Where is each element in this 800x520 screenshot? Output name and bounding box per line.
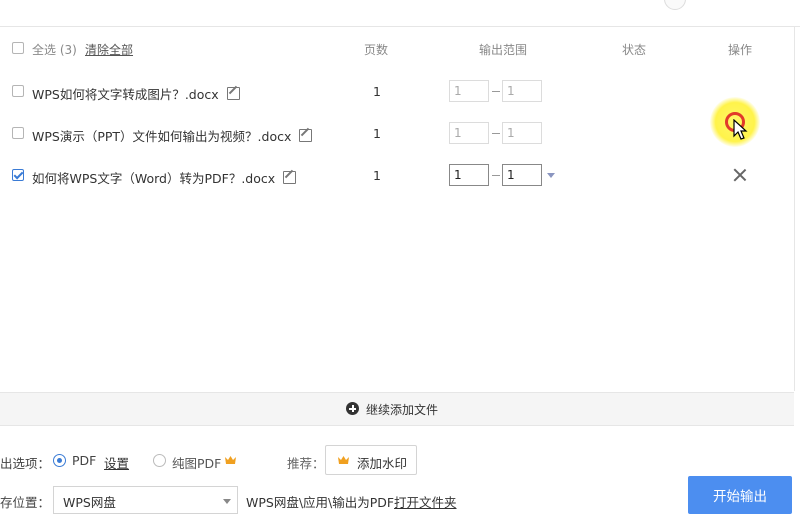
- output-options-label: 出选项：: [0, 456, 51, 471]
- file-checkbox[interactable]: [12, 169, 24, 181]
- edit-icon[interactable]: [283, 171, 297, 184]
- select-all-label: 全选 (3): [32, 43, 77, 57]
- col-range: 输出范围: [479, 43, 528, 57]
- plus-circle-icon: [346, 402, 359, 415]
- add-watermark-button[interactable]: 添加水印: [325, 445, 417, 475]
- table-row: WPS如何将文字转成图片？.docx 1 1 1: [0, 71, 794, 113]
- open-folder-link[interactable]: 打开文件夹: [394, 492, 457, 511]
- select-all-checkbox[interactable]: [12, 42, 24, 54]
- table-row: WPS演示（PPT）文件如何输出为视频？.docx 1 1 1: [0, 113, 794, 155]
- file-checkbox[interactable]: [12, 85, 24, 97]
- add-files-bar[interactable]: 继续添加文件: [0, 392, 794, 426]
- chevron-down-icon: [223, 499, 231, 504]
- watermark-label: 添加水印: [357, 456, 408, 471]
- save-location-value: WPS网盘: [63, 495, 116, 510]
- pdf-radio[interactable]: [53, 454, 66, 467]
- add-files-label: 继续添加文件: [366, 403, 439, 417]
- table-header: 全选 (3) 清除全部 页数 输出范围 状态 操作: [0, 27, 794, 69]
- clear-all-link[interactable]: 清除全部: [85, 41, 133, 58]
- remove-file-icon[interactable]: [733, 168, 747, 182]
- range-to-input[interactable]: 1: [502, 122, 542, 144]
- crown-icon: [338, 456, 349, 464]
- range-from-input[interactable]: 1: [449, 80, 489, 102]
- range-dash: [492, 175, 500, 176]
- col-status: 状态: [622, 43, 647, 57]
- range-to-input[interactable]: 1: [502, 164, 542, 186]
- table-row: 如何将WPS文字（Word）转为PDF？.docx 1 1 1: [0, 155, 794, 197]
- file-name: 如何将WPS文字（Word）转为PDF？.docx: [32, 168, 297, 187]
- range-from-input[interactable]: 1: [449, 164, 489, 186]
- range-dash: [492, 91, 500, 92]
- page-count: 1: [373, 126, 381, 141]
- image-pdf-radio[interactable]: [153, 454, 166, 467]
- pdf-label: PDF: [72, 453, 97, 468]
- save-location-label: 存位置：: [0, 495, 51, 510]
- page-count: 1: [373, 84, 381, 99]
- save-path: WPS网盘\应用\输出为PDF: [246, 495, 395, 510]
- range-dash: [492, 133, 500, 134]
- range-from-input[interactable]: 1: [449, 122, 489, 144]
- file-name: WPS如何将文字转成图片？.docx: [32, 84, 240, 103]
- file-checkbox[interactable]: [12, 127, 24, 139]
- edit-icon[interactable]: [299, 129, 313, 142]
- top-bar: [0, 0, 800, 27]
- file-name: WPS演示（PPT）文件如何输出为视频？.docx: [32, 126, 313, 145]
- save-location-select[interactable]: WPS网盘: [53, 486, 238, 514]
- page-count: 1: [373, 168, 381, 183]
- crown-icon: [225, 456, 236, 464]
- file-table: 全选 (3) 清除全部 页数 输出范围 状态 操作 WPS如何将文字转成图片？.…: [0, 27, 795, 391]
- mouse-cursor-icon: [733, 119, 748, 140]
- range-dropdown-icon[interactable]: [547, 173, 555, 178]
- window-control-icon[interactable]: [664, 0, 686, 10]
- edit-icon[interactable]: [226, 87, 240, 100]
- recommend-label: 推荐：: [287, 456, 325, 471]
- col-actions: 操作: [728, 43, 753, 57]
- settings-link[interactable]: 设置: [104, 453, 129, 472]
- image-pdf-label: 纯图PDF: [172, 456, 222, 471]
- col-pages: 页数: [364, 43, 389, 57]
- range-to-input[interactable]: 1: [502, 80, 542, 102]
- start-output-button[interactable]: 开始输出: [688, 476, 792, 514]
